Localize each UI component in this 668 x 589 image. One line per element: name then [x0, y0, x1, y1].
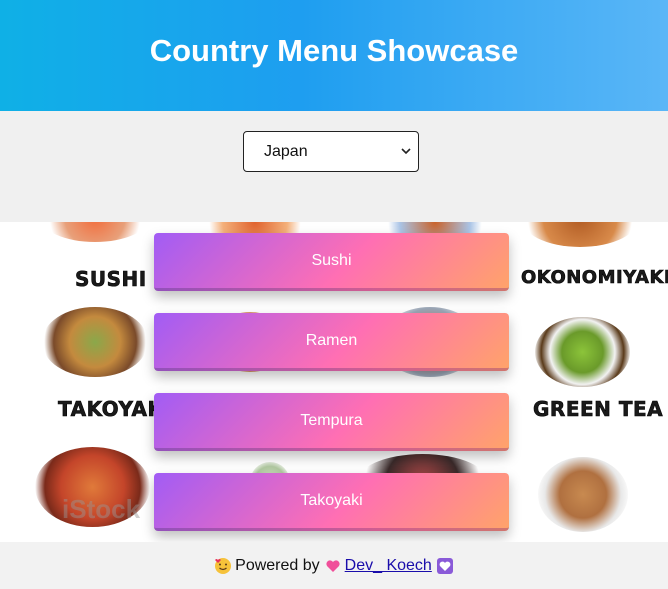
banner-label-okonomiyaki: OKONOMIYAKI — [521, 267, 668, 289]
banner-label-sushi: SUSHI — [75, 267, 147, 292]
controls-bar: Japan — [0, 111, 668, 222]
menu-button-sushi[interactable]: Sushi — [154, 233, 509, 291]
menu-button-takoyaki[interactable]: Takoyaki — [154, 473, 509, 531]
country-select-value: Japan — [264, 142, 308, 160]
author-link-label: Dev_ Koech — [344, 556, 432, 574]
country-select[interactable]: Japan — [243, 131, 419, 172]
menu-button-tempura[interactable]: Tempura — [154, 393, 509, 451]
page-title: Country Menu Showcase — [149, 32, 519, 68]
okonomiyaki-dish-image — [520, 222, 640, 247]
author-link[interactable]: Dev_ Koech — [325, 557, 454, 575]
sparkling-heart-icon — [326, 559, 340, 572]
footer: Powered by Dev_ Koech — [0, 542, 668, 589]
banner-watermark: iStock — [62, 494, 141, 524]
app-header: Country Menu Showcase — [0, 0, 668, 111]
green-tea-image — [535, 317, 630, 387]
menu-button-ramen[interactable]: Ramen — [154, 313, 509, 371]
smiling-face-with-hearts-icon — [215, 557, 232, 574]
powered-by-text: Powered by — [235, 556, 320, 574]
sushi-dish-image — [40, 222, 150, 242]
banner-label-green-tea: GREEN TEA — [533, 397, 664, 422]
takoyaki-dish-image — [42, 307, 148, 377]
natto-dish-image — [538, 457, 628, 532]
heart-decoration-icon — [436, 557, 453, 574]
chevron-down-icon — [401, 148, 411, 155]
